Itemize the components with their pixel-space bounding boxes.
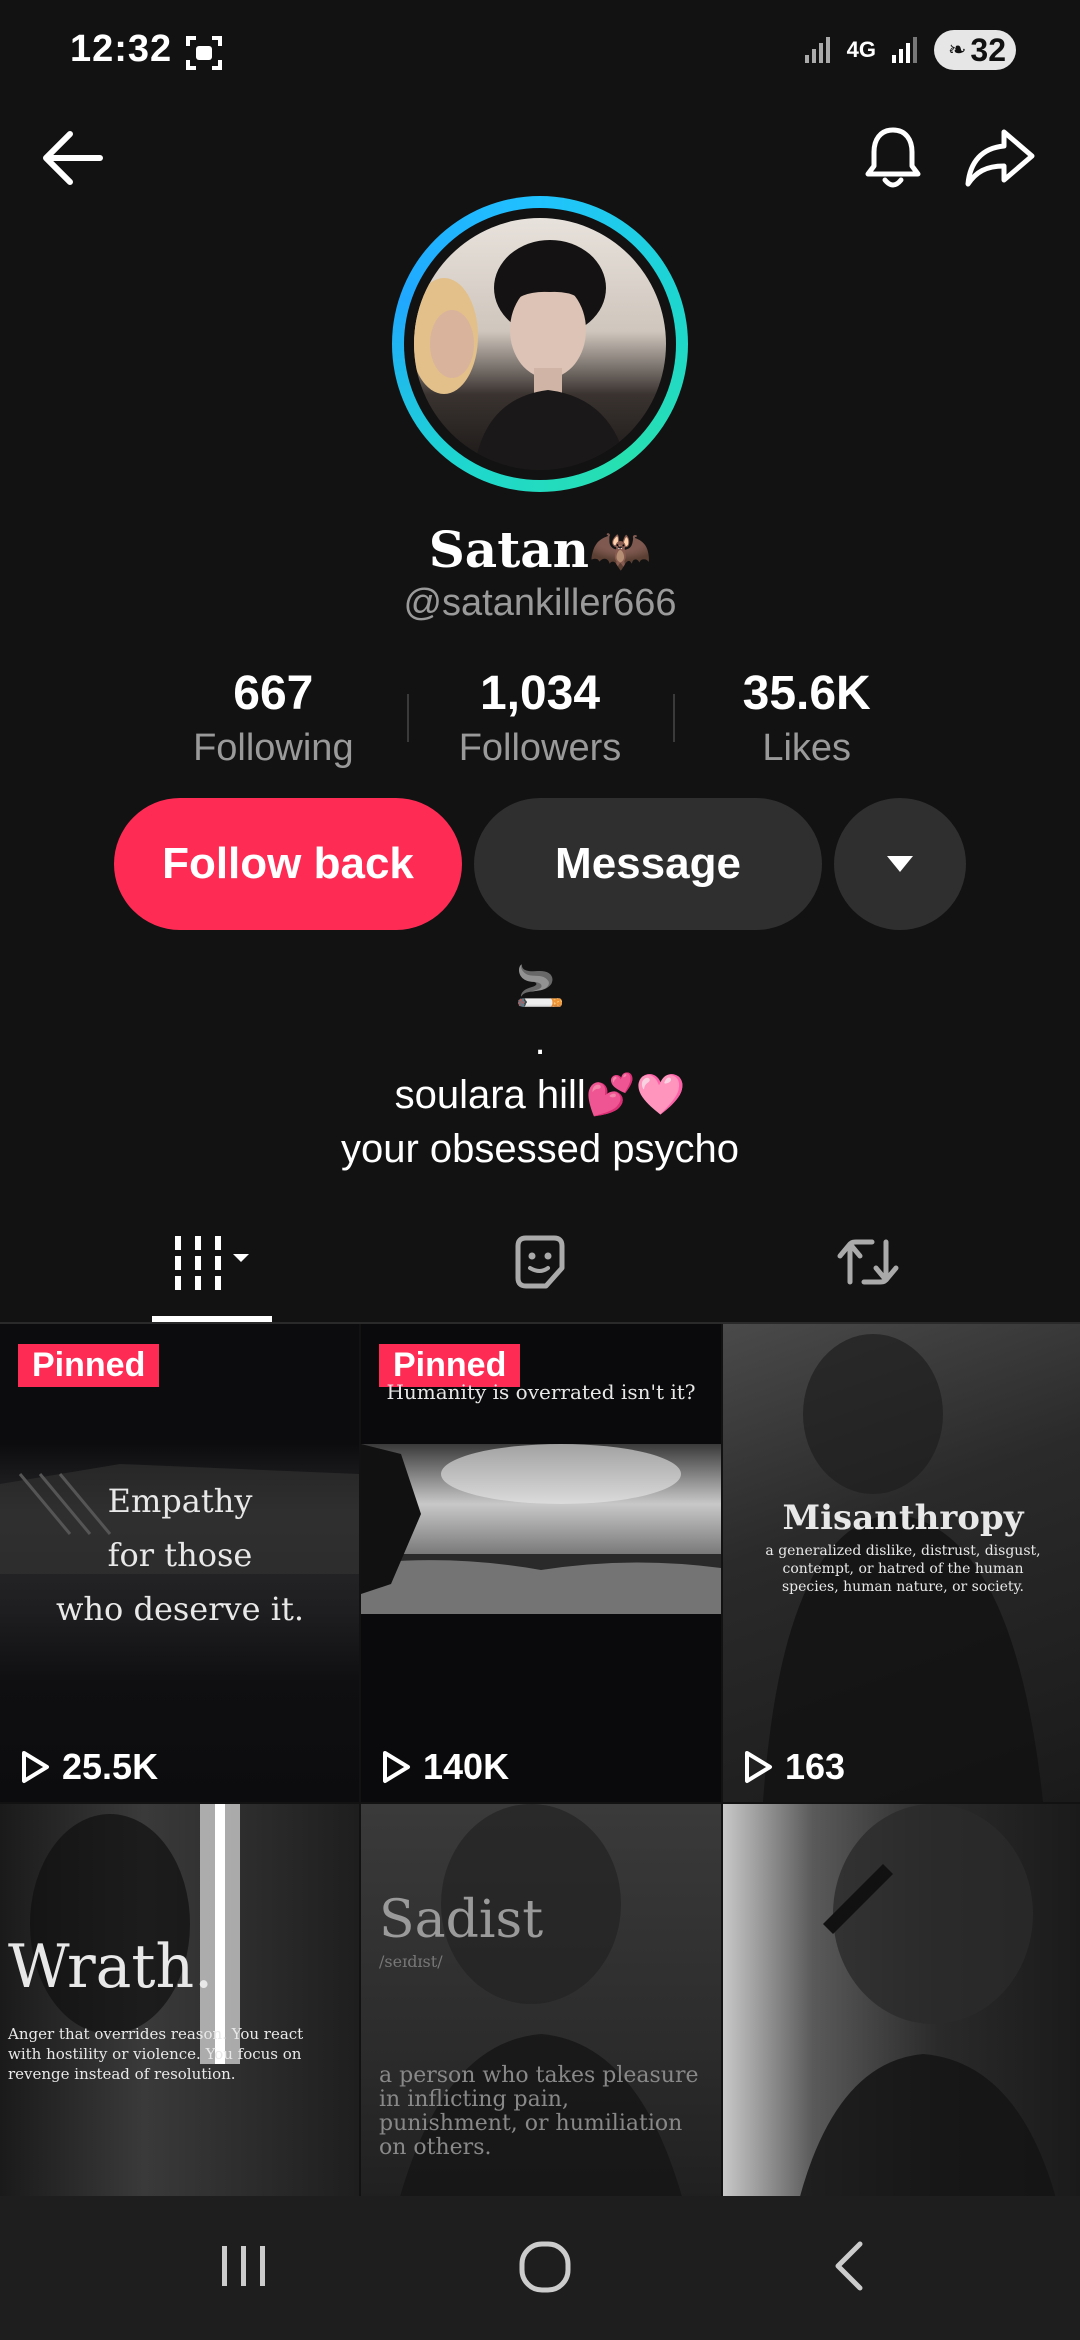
screenshot-icon	[186, 36, 222, 70]
home-icon[interactable]	[518, 2236, 574, 2296]
grid-icon	[175, 1236, 249, 1290]
video-phonetic-text: /seɪdɪst/	[379, 1952, 443, 1971]
recent-apps-icon[interactable]	[218, 2236, 270, 2296]
video-caption: Humanity is overrated isn't it?	[386, 1380, 696, 1404]
view-count: 140K	[381, 1746, 509, 1788]
signal-icon	[804, 37, 830, 63]
overlay-line: Empathy	[107, 1482, 253, 1520]
username: @satankiller666	[403, 582, 677, 624]
tab-favorites[interactable]	[500, 1232, 580, 1324]
stat-following[interactable]: 667 Following	[140, 664, 407, 772]
video-overlay-text: Empathy for those who deserve it.	[40, 1474, 320, 1636]
view-count: 163	[743, 1746, 845, 1788]
back-nav-icon[interactable]	[828, 2236, 868, 2296]
video-tile[interactable]: Pinned Humanity is overrated isn't it? 1…	[361, 1324, 721, 1802]
profile-stats: 667 Following 1,034 Followers 35.6K Like…	[140, 664, 940, 772]
view-count-value: 140K	[423, 1746, 510, 1787]
overlay-line: who deserve it.	[56, 1590, 304, 1628]
tab-videos[interactable]	[152, 1232, 272, 1324]
share-icon[interactable]	[964, 126, 1036, 190]
video-title-text: Wrath.	[8, 1932, 214, 2002]
bio-line: your obsessed psycho	[340, 1127, 739, 1171]
bio: 🚬 . soulara hill💕🩷 your obsessed psycho	[0, 960, 1080, 1176]
leaf-icon: ❧	[947, 37, 967, 62]
tab-reposts[interactable]	[828, 1232, 908, 1324]
view-count-value: 25.5K	[62, 1746, 159, 1787]
stat-label: Likes	[762, 727, 852, 769]
profile-tabs	[0, 1214, 1080, 1324]
battery-indicator: ❧ 32	[933, 30, 1016, 70]
video-grid: Pinned Empathy for those who deserve it.…	[0, 1324, 1080, 2282]
video-title-text: Misanthropy	[782, 1498, 1024, 1538]
caret-down-icon	[887, 856, 913, 872]
play-icon	[745, 1751, 772, 1783]
avatar-image	[414, 240, 628, 470]
video-title-text: Sadist	[379, 1890, 544, 1950]
sticker-icon	[515, 1235, 565, 1289]
stat-value: 667	[233, 667, 314, 720]
avatar-ring[interactable]	[392, 196, 688, 492]
repost-icon	[837, 1239, 899, 1285]
video-subtitle-text: Anger that overrides reason. You react w…	[8, 2025, 304, 2083]
bio-line: soulara hill💕🩷	[394, 1073, 686, 1117]
pinned-badge: Pinned	[18, 1344, 160, 1387]
avatar	[414, 218, 666, 470]
stat-label: Followers	[458, 727, 622, 769]
stat-value: 1,034	[479, 667, 601, 720]
video-subtitle-text: a person who takes pleasure in inflictin…	[379, 2063, 699, 2160]
overlay-line: for those	[107, 1536, 253, 1574]
video-tile[interactable]: Pinned Empathy for those who deserve it.…	[0, 1324, 359, 1802]
status-time: 12:32	[70, 28, 173, 70]
stat-value: 35.6K	[742, 667, 871, 720]
active-tab-indicator	[152, 1316, 272, 1322]
notification-bell-icon[interactable]	[862, 124, 924, 192]
view-count: 25.5K	[20, 1746, 158, 1788]
signal-icon-2	[891, 37, 917, 63]
play-icon	[383, 1751, 410, 1783]
bio-line: 🚬	[515, 965, 565, 1009]
video-subtitle-text: a generalized dislike, distrust, disgust…	[765, 1543, 1041, 1595]
display-name: Satan🦇	[428, 520, 652, 579]
video-tile[interactable]: Misanthropy a generalized dislike, distr…	[723, 1324, 1080, 1802]
stat-likes: 35.6K Likes	[673, 664, 940, 772]
status-bar: 12:32 4G ❧ 32	[0, 0, 1080, 104]
stat-label: Following	[193, 727, 354, 769]
view-count-value: 163	[785, 1746, 846, 1787]
system-nav-bar	[0, 2196, 1080, 2340]
stat-followers[interactable]: 1,034 Followers	[406, 664, 674, 772]
battery-level: 32	[970, 31, 1006, 68]
bio-line: .	[534, 1019, 546, 1063]
back-arrow-icon[interactable]	[40, 128, 106, 188]
message-button[interactable]: Message	[474, 798, 822, 930]
play-icon	[22, 1751, 49, 1783]
more-options-button[interactable]	[834, 798, 966, 930]
follow-back-button[interactable]: Follow back	[114, 798, 462, 930]
network-type: 4G	[846, 37, 876, 62]
